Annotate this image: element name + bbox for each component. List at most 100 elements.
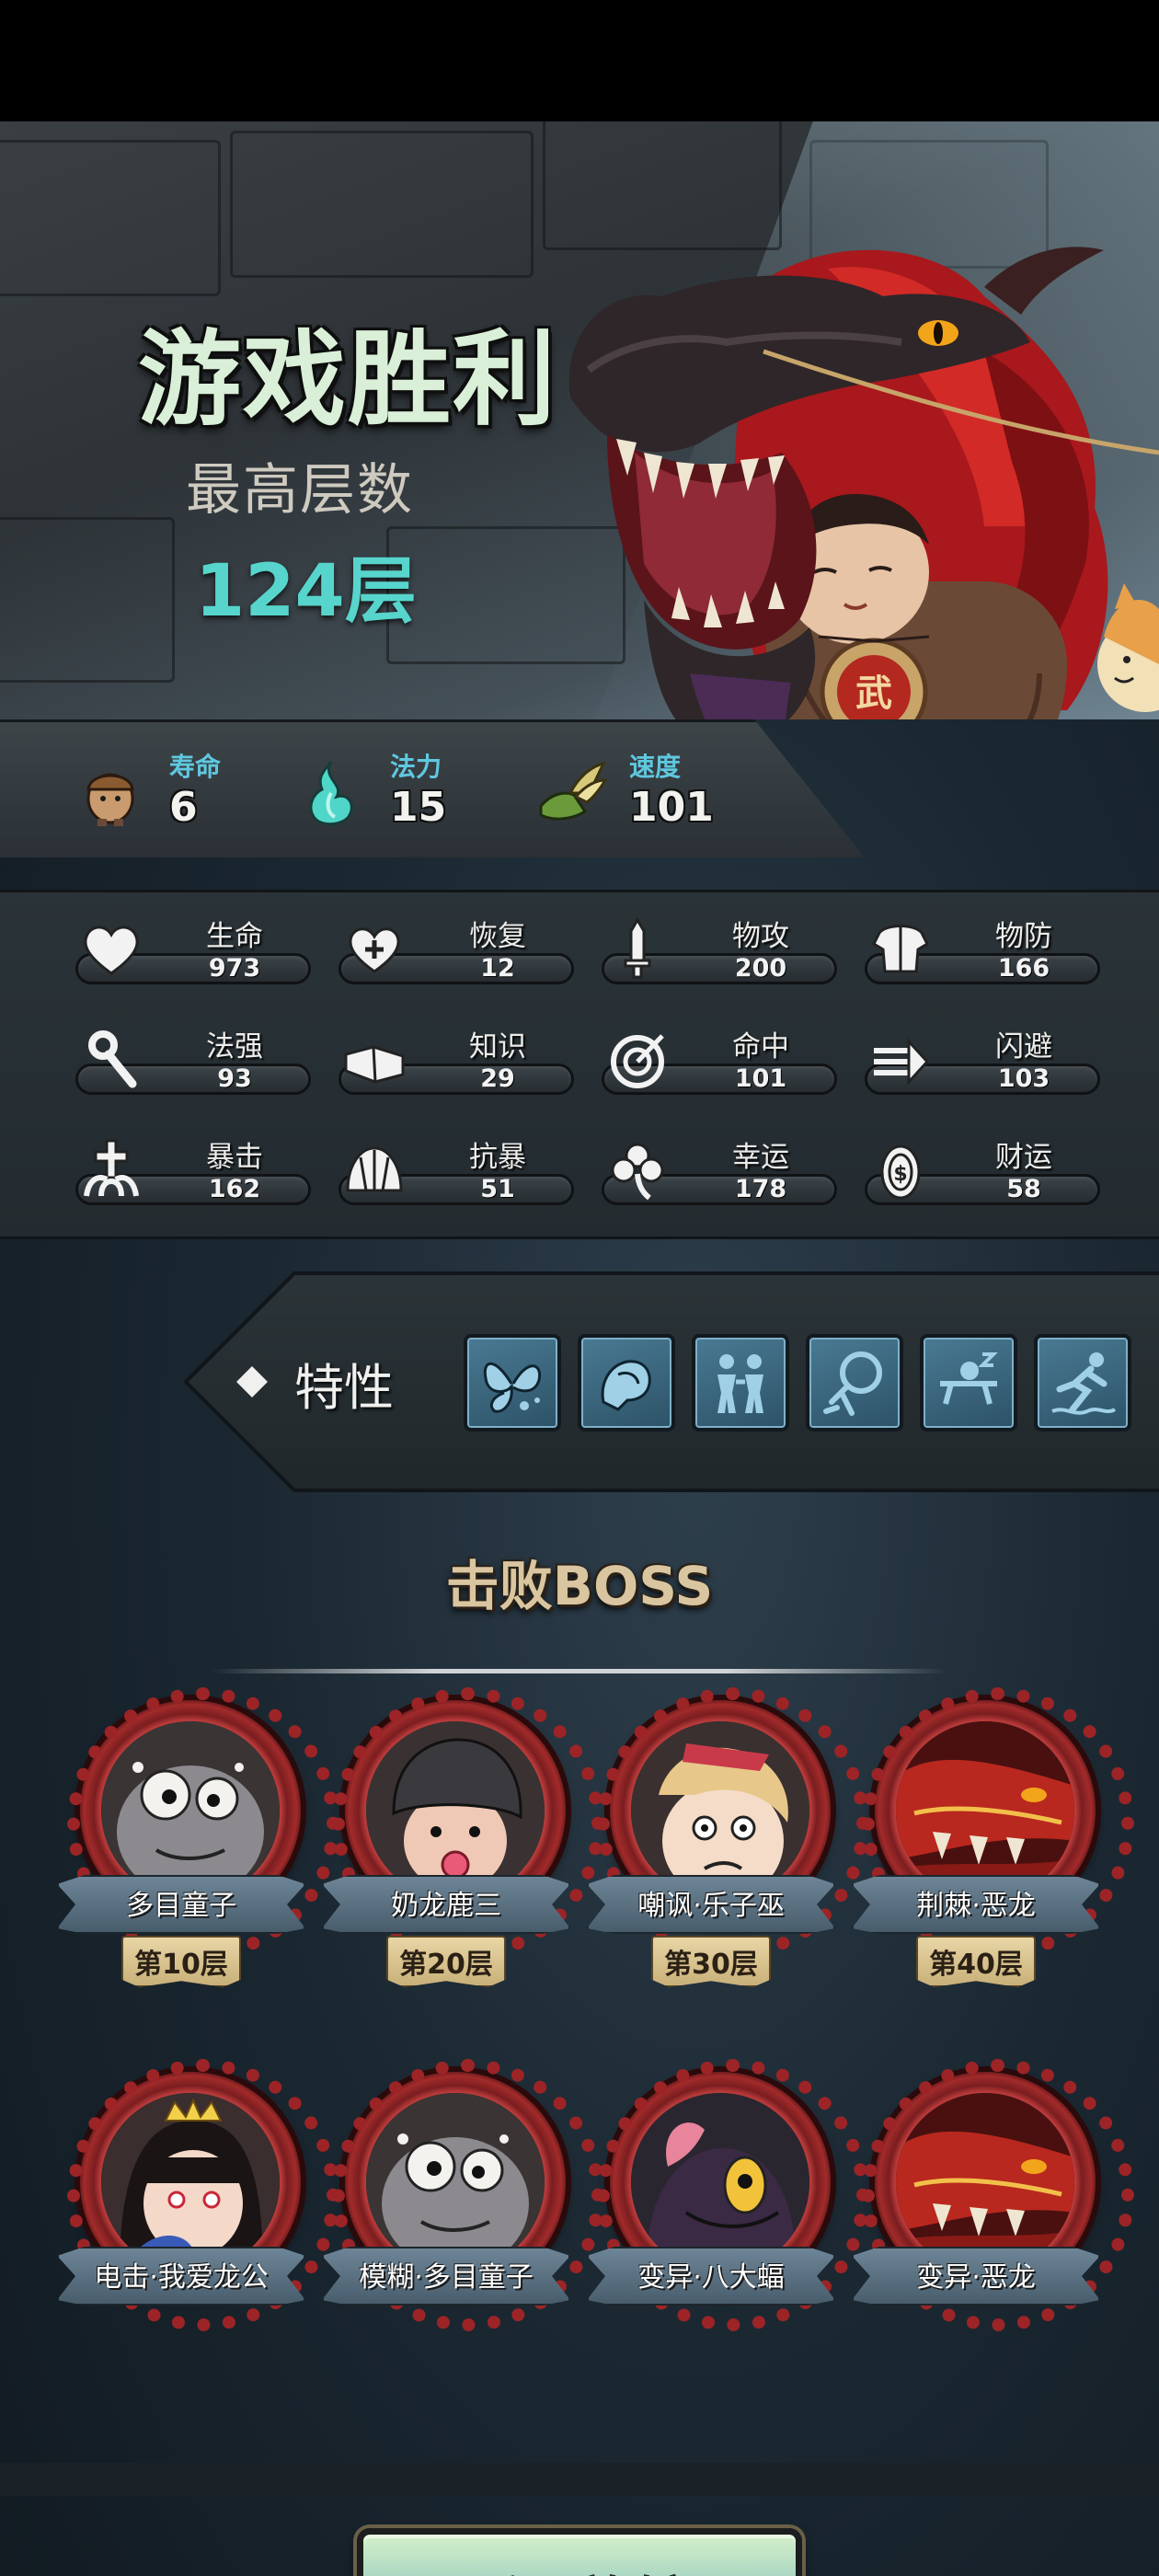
winged-boot-icon xyxy=(539,761,607,821)
boss-portrait xyxy=(366,1721,545,1900)
stat-mana: 法力 15 xyxy=(294,747,478,839)
attr-crit-resist: 抗暴 51 xyxy=(339,1133,578,1207)
attr-label: 物攻 xyxy=(732,920,789,953)
attr-crit: 暴击 162 xyxy=(75,1133,315,1207)
target-icon xyxy=(611,1034,664,1088)
trait-slot[interactable] xyxy=(806,1334,903,1432)
attr-label: 物防 xyxy=(995,920,1052,953)
boss-card[interactable]: 嘲讽·乐子巫 第30层 xyxy=(587,1687,869,2050)
red-dragon-icon xyxy=(896,1721,1074,1900)
boss-portrait xyxy=(896,1721,1074,1900)
boss-card[interactable]: 电击·我爱龙公 xyxy=(57,2059,339,2421)
boss-portrait xyxy=(896,2093,1074,2271)
top-black-bar xyxy=(0,0,1159,121)
many-eyed-child-icon xyxy=(366,2093,545,2271)
svg-text:$: $ xyxy=(893,1163,907,1186)
boss-name: 多目童子 xyxy=(126,1890,236,1922)
return-to-inn-button[interactable]: 返回旅馆 xyxy=(357,2528,802,2576)
boss-portrait xyxy=(631,1721,809,1900)
boss-floor: 第40层 xyxy=(929,1949,1023,1981)
attr-label: 生命 xyxy=(206,920,263,953)
traits-label: 特性 xyxy=(294,1359,394,1417)
wall-brick xyxy=(0,140,221,296)
attr-label: 知识 xyxy=(469,1030,526,1064)
attr-regen: 恢复 12 xyxy=(339,913,578,986)
attr-label: 命中 xyxy=(732,1030,789,1064)
boss-card[interactable]: 变异·恶龙 xyxy=(852,2059,1134,2421)
stat-value: 101 xyxy=(629,784,714,831)
boss-floor: 第20层 xyxy=(399,1949,493,1981)
attr-defense: 物防 166 xyxy=(865,913,1104,986)
boss-name: 变异·恶龙 xyxy=(916,2261,1036,2294)
boss-card[interactable]: 变异·八大蝠 xyxy=(587,2059,869,2421)
stat-speed: 速度 101 xyxy=(534,747,754,839)
stat-label: 寿命 xyxy=(169,752,222,782)
shell-icon xyxy=(346,1146,403,1192)
max-floor-value: 124层 xyxy=(195,550,417,633)
sword-icon xyxy=(624,917,651,979)
twins-trait-icon xyxy=(717,1354,763,1413)
attr-label: 恢复 xyxy=(469,920,526,953)
trait-slot[interactable] xyxy=(1034,1334,1131,1432)
attr-label: 抗暴 xyxy=(469,1141,526,1174)
staff-icon xyxy=(88,1030,137,1088)
boss-card[interactable]: 奶龙鹿三 第20层 xyxy=(322,1687,604,2050)
attr-magic-power: 法强 93 xyxy=(75,1023,315,1097)
attr-value: 166 xyxy=(997,954,1050,983)
boss-name: 奶龙鹿三 xyxy=(391,1890,501,1922)
hero-banner: 武 游戏胜利 最高层数 124层 xyxy=(0,121,1159,719)
attr-value: 162 xyxy=(208,1175,261,1203)
trait-slot[interactable] xyxy=(578,1334,675,1432)
stat-value: 15 xyxy=(390,784,447,831)
max-floor-label: 最高层数 xyxy=(186,458,414,523)
crit-cross-icon xyxy=(84,1139,139,1197)
boss-name: 荆棘·恶龙 xyxy=(916,1890,1036,1922)
attr-value: 51 xyxy=(480,1175,515,1203)
coin-icon: $ xyxy=(880,1144,921,1200)
boss-name: 嘲讽·乐子巫 xyxy=(637,1890,785,1922)
bat-beast-icon xyxy=(631,2093,809,2271)
main-stats-strip: 寿命 6 法力 15 速度 101 xyxy=(0,719,1159,867)
attr-label: 暴击 xyxy=(206,1141,263,1174)
boss-portrait xyxy=(366,2093,545,2271)
trait-slot[interactable] xyxy=(920,1334,1017,1432)
boss-card[interactable]: 模糊·多目童子 xyxy=(322,2059,604,2421)
attr-value: 12 xyxy=(480,954,515,983)
sleeping-trait-icon xyxy=(940,1352,998,1405)
trait-slot[interactable] xyxy=(692,1334,789,1432)
stat-label: 速度 xyxy=(629,752,682,782)
butterfly-trait-icon xyxy=(483,1362,542,1413)
clover-icon xyxy=(611,1143,664,1201)
attr-label: 法强 xyxy=(206,1030,263,1064)
stat-lifespan: 寿命 6 xyxy=(74,747,258,839)
attr-knowledge: 知识 29 xyxy=(339,1023,578,1097)
many-eyed-child-icon xyxy=(101,1721,280,1900)
stat-label: 法力 xyxy=(390,752,442,782)
crowned-lady-icon xyxy=(101,2093,280,2271)
heart-plus-icon xyxy=(349,927,400,973)
attr-value: 58 xyxy=(1006,1175,1041,1203)
dodge-arrow-icon xyxy=(874,1038,930,1086)
attr-value: 103 xyxy=(997,1064,1050,1093)
trait-slot[interactable] xyxy=(464,1334,561,1432)
heart-icon xyxy=(84,926,139,975)
attr-value: 29 xyxy=(480,1064,515,1093)
boss-card[interactable]: 荆棘·恶龙 第40层 xyxy=(852,1687,1134,2050)
boss-name: 变异·八大蝠 xyxy=(637,2261,785,2294)
wall-brick xyxy=(230,131,534,278)
attr-fortune: $ 财运 58 xyxy=(865,1133,1104,1207)
attr-value: 101 xyxy=(734,1064,787,1093)
scroll-cutoff xyxy=(0,2463,1159,2496)
defeated-bosses-title: 击败BOSS xyxy=(445,1555,714,1617)
boss-card[interactable]: 多目童子 第10层 xyxy=(57,1687,339,2050)
attr-luck: 幸运 178 xyxy=(602,1133,841,1207)
boss-floor: 第10层 xyxy=(134,1949,228,1981)
attr-accuracy: 命中 101 xyxy=(602,1023,841,1097)
armor-icon xyxy=(872,925,929,973)
attr-dodge: 闪避 103 xyxy=(865,1023,1104,1097)
attr-label: 财运 xyxy=(995,1141,1052,1174)
boss-portrait xyxy=(101,2093,280,2271)
wall-brick xyxy=(0,517,175,683)
attr-value: 200 xyxy=(734,954,787,983)
ghost-trait-icon xyxy=(823,1351,882,1416)
